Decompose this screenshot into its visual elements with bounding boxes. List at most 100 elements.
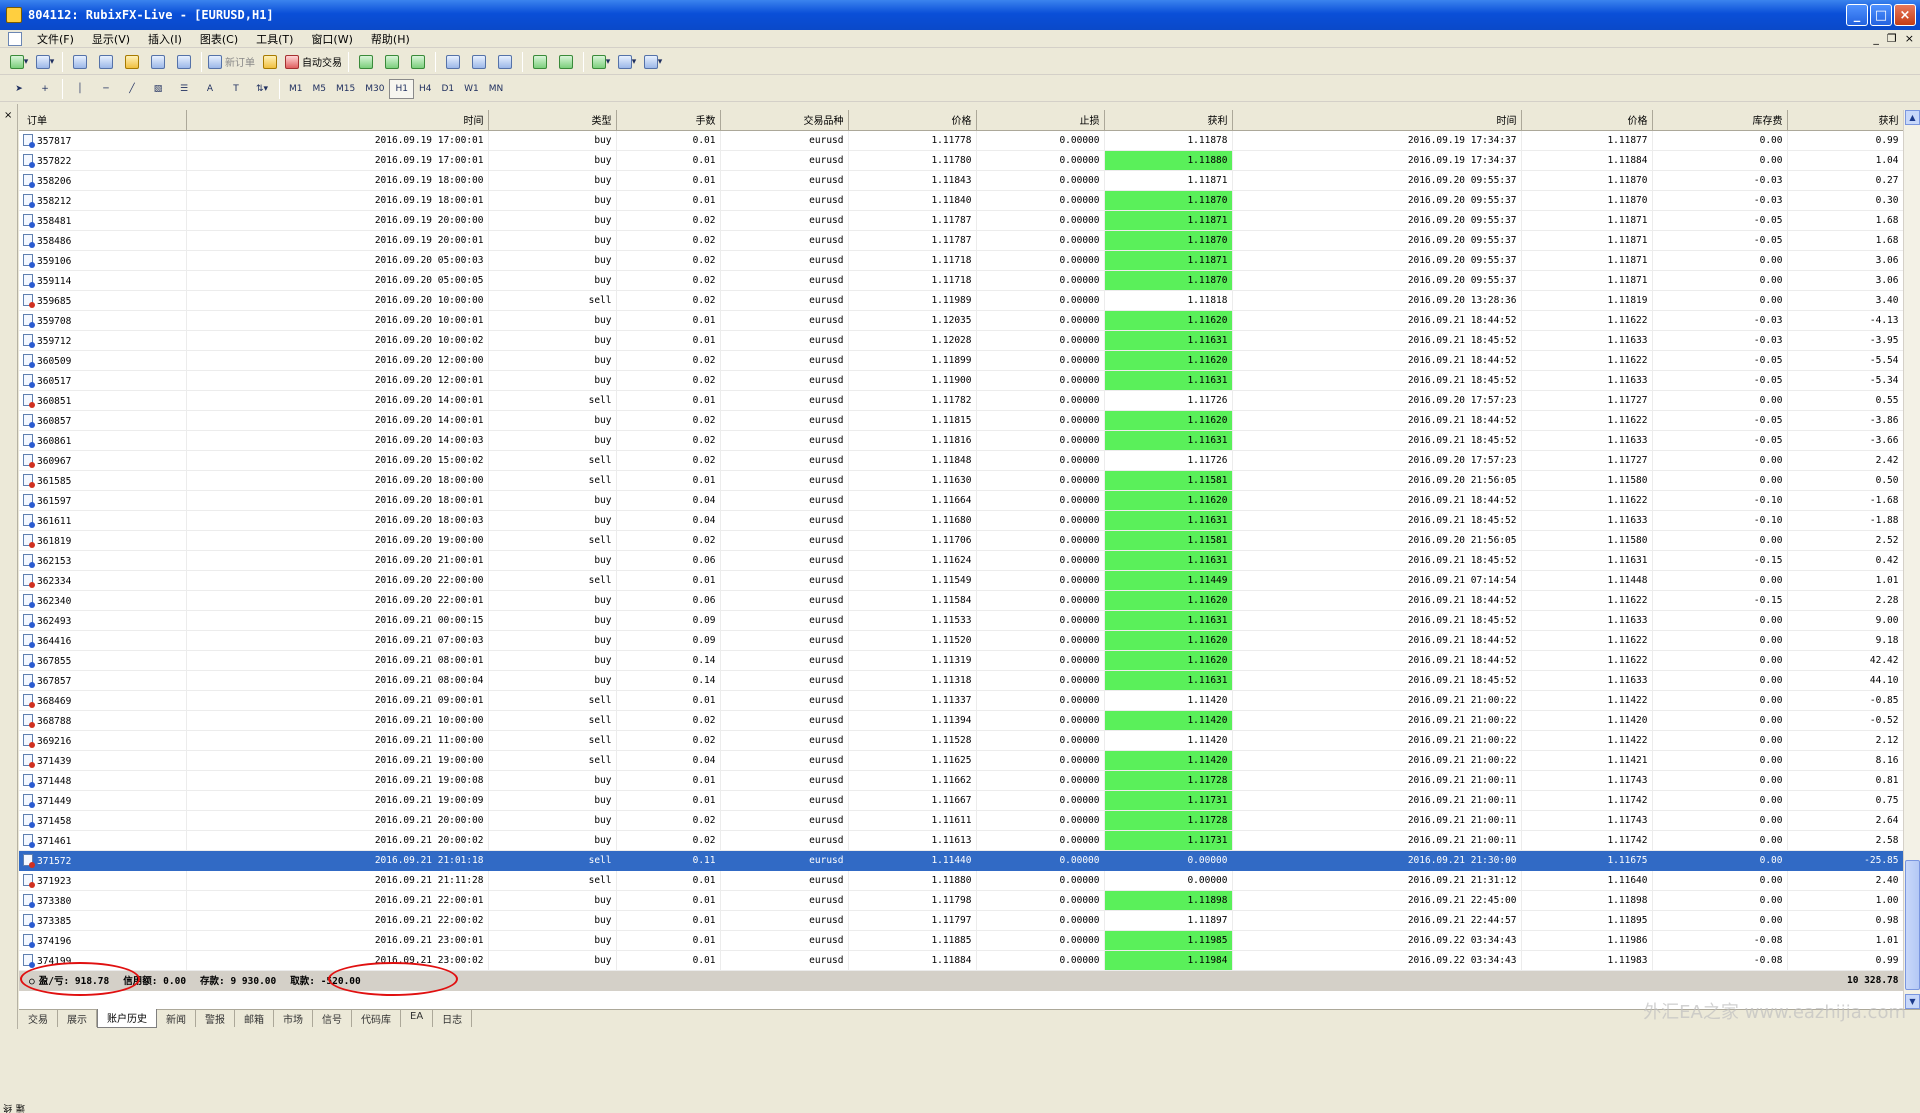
periods-button[interactable]: ▾	[616, 51, 638, 73]
table-row[interactable]: 359685 2016.09.20 10:00:00 sell 0.02 eurusd 1…	[19, 290, 1903, 311]
tab-9[interactable]: EA	[401, 1010, 434, 1027]
table-row[interactable]: 374199 2016.09.21 23:00:02 buy 0.01 eurusd 1.…	[19, 950, 1903, 971]
timeframe-h4[interactable]: H4	[414, 79, 437, 99]
maximize-button[interactable]: □	[1870, 4, 1892, 26]
table-row[interactable]: 360517 2016.09.20 12:00:01 buy 0.02 eurusd 1.…	[19, 370, 1903, 391]
tab-4[interactable]: 警报	[196, 1010, 235, 1027]
table-row[interactable]: 362153 2016.09.20 21:00:01 buy 0.06 eurusd 1.…	[19, 550, 1903, 571]
table-row[interactable]: 360857 2016.09.20 14:00:01 buy 0.02 eurusd 1.…	[19, 410, 1903, 431]
table-row[interactable]: 374196 2016.09.21 23:00:01 buy 0.01 eurusd 1.…	[19, 930, 1903, 951]
table-row[interactable]: 360861 2016.09.20 14:00:03 buy 0.02 eurusd 1.…	[19, 430, 1903, 451]
tab-8[interactable]: 代码库	[352, 1010, 401, 1027]
table-row[interactable]: 362334 2016.09.20 22:00:00 sell 0.01 eurusd 1…	[19, 570, 1903, 591]
table-row[interactable]: 367857 2016.09.21 08:00:04 buy 0.14 eurusd 1.…	[19, 670, 1903, 691]
menu-help[interactable]: 帮助(H)	[362, 31, 419, 47]
table-row[interactable]: 359106 2016.09.20 05:00:03 buy 0.02 eurusd 1.…	[19, 250, 1903, 271]
table-row[interactable]: 358486 2016.09.19 20:00:01 buy 0.02 eurusd 1.…	[19, 230, 1903, 251]
candlestick-button[interactable]	[381, 51, 403, 73]
crosshair-button[interactable]: +	[34, 78, 56, 100]
table-row[interactable]: 371461 2016.09.21 20:00:02 buy 0.02 eurusd 1.…	[19, 830, 1903, 851]
fibonacci-button[interactable]: ☰	[173, 78, 195, 100]
tab-10[interactable]: 日志	[433, 1010, 473, 1027]
tab-5[interactable]: 邮箱	[235, 1010, 274, 1027]
scroll-down-icon[interactable]: ▼	[1905, 994, 1920, 1009]
zoom-out-button[interactable]	[468, 51, 490, 73]
timeframe-w1[interactable]: W1	[459, 79, 484, 99]
timeframe-d1[interactable]: D1	[436, 79, 459, 99]
profiles-button[interactable]: ▾	[34, 51, 56, 73]
table-row[interactable]: 358212 2016.09.19 18:00:01 buy 0.01 eurusd 1.…	[19, 190, 1903, 211]
table-row[interactable]: 357822 2016.09.19 17:00:01 buy 0.01 eurusd 1.…	[19, 150, 1903, 171]
column-header[interactable]: 时间	[1232, 110, 1522, 131]
column-header[interactable]: 库存费	[1652, 110, 1788, 131]
table-row[interactable]: 361611 2016.09.20 18:00:03 buy 0.04 eurusd 1.…	[19, 510, 1903, 531]
navigator-button[interactable]	[121, 51, 143, 73]
cursor-button[interactable]: ➤	[8, 78, 30, 100]
channel-button[interactable]: ▧	[147, 78, 169, 100]
arrows-button[interactable]: ⇅▾	[251, 78, 273, 100]
timeframe-m1[interactable]: M1	[284, 79, 308, 99]
close-icon[interactable]: ×	[4, 110, 12, 121]
tile-windows-button[interactable]	[494, 51, 516, 73]
menu-file[interactable]: 文件(F)	[28, 31, 83, 47]
timeframe-m30[interactable]: M30	[360, 79, 389, 99]
zoom-in-button[interactable]	[442, 51, 464, 73]
templates-button[interactable]: ▾	[642, 51, 664, 73]
tab-7[interactable]: 信号	[313, 1010, 352, 1027]
table-row[interactable]: 359712 2016.09.20 10:00:02 buy 0.01 eurusd 1.…	[19, 330, 1903, 351]
column-header[interactable]: 时间	[186, 110, 489, 131]
mdi-close-button[interactable]: ×	[1905, 32, 1914, 45]
table-row[interactable]: 371439 2016.09.21 19:00:00 sell 0.04 eurusd 1…	[19, 750, 1903, 771]
table-row[interactable]: 362493 2016.09.21 00:00:15 buy 0.09 eurusd 1.…	[19, 610, 1903, 631]
table-row[interactable]: 359114 2016.09.20 05:00:05 buy 0.02 eurusd 1.…	[19, 270, 1903, 291]
text-label-button[interactable]: T	[225, 78, 247, 100]
table-row[interactable]: 360509 2016.09.20 12:00:00 buy 0.02 eurusd 1.…	[19, 350, 1903, 371]
table-row[interactable]: 360851 2016.09.20 14:00:01 sell 0.01 eurusd 1…	[19, 390, 1903, 411]
timeframe-h1[interactable]: H1	[389, 78, 414, 99]
column-header[interactable]: 价格	[848, 110, 977, 131]
data-window-button[interactable]	[95, 51, 117, 73]
table-row[interactable]: 361597 2016.09.20 18:00:01 buy 0.04 eurusd 1.…	[19, 490, 1903, 511]
tab-0[interactable]: 交易	[19, 1010, 58, 1027]
auto-trading-button[interactable]: 自动交易	[285, 51, 342, 73]
menu-charts[interactable]: 图表(C)	[191, 31, 247, 47]
tester-button[interactable]	[173, 51, 195, 73]
tab-1[interactable]: 展示	[58, 1010, 97, 1027]
menu-window[interactable]: 窗口(W)	[302, 31, 361, 47]
vertical-scrollbar[interactable]: ▲ ▼	[1903, 110, 1920, 1009]
horizontal-line-button[interactable]: ─	[95, 78, 117, 100]
metaeditor-button[interactable]	[259, 51, 281, 73]
table-row[interactable]: 369216 2016.09.21 11:00:00 sell 0.02 eurusd 1…	[19, 730, 1903, 751]
table-row[interactable]: 371458 2016.09.21 20:00:00 buy 0.02 eurusd 1.…	[19, 810, 1903, 831]
mdi-minimize-button[interactable]: _	[1873, 32, 1879, 45]
table-row[interactable]: 361585 2016.09.20 18:00:00 sell 0.01 eurusd 1…	[19, 470, 1903, 491]
tab-2[interactable]: 账户历史	[97, 1009, 157, 1028]
table-row[interactable]: 371449 2016.09.21 19:00:09 buy 0.01 eurusd 1.…	[19, 790, 1903, 811]
column-header[interactable]: 价格	[1521, 110, 1653, 131]
market-watch-button[interactable]	[69, 51, 91, 73]
table-row[interactable]: 371448 2016.09.21 19:00:08 buy 0.01 eurusd 1.…	[19, 770, 1903, 791]
text-button[interactable]: A	[199, 78, 221, 100]
close-button[interactable]: ×	[1894, 4, 1916, 26]
column-header[interactable]: 止损	[976, 110, 1105, 131]
auto-scroll-button[interactable]	[529, 51, 551, 73]
column-header[interactable]: 交易品种	[720, 110, 849, 131]
new-chart-button[interactable]: ▾	[8, 51, 30, 73]
new-order-button[interactable]: 新订单	[208, 51, 255, 73]
table-row[interactable]: 371572 2016.09.21 21:01:18 sell 0.11 eurusd 1…	[19, 850, 1903, 871]
scroll-up-icon[interactable]: ▲	[1905, 110, 1920, 125]
timeframe-m15[interactable]: M15	[331, 79, 360, 99]
tab-6[interactable]: 市场	[274, 1010, 313, 1027]
table-row[interactable]: 359708 2016.09.20 10:00:01 buy 0.01 eurusd 1.…	[19, 310, 1903, 331]
table-row[interactable]: 358481 2016.09.19 20:00:00 buy 0.02 eurusd 1.…	[19, 210, 1903, 231]
menu-view[interactable]: 显示(V)	[83, 31, 139, 47]
table-row[interactable]: 368788 2016.09.21 10:00:00 sell 0.02 eurusd 1…	[19, 710, 1903, 731]
document-icon[interactable]	[8, 31, 22, 46]
column-header[interactable]: 获利	[1787, 110, 1903, 131]
bar-chart-button[interactable]	[355, 51, 377, 73]
column-header[interactable]: 类型	[488, 110, 617, 131]
table-row[interactable]: 373385 2016.09.21 22:00:02 buy 0.01 eurusd 1.…	[19, 910, 1903, 931]
trendline-button[interactable]: ╱	[121, 78, 143, 100]
timeframe-mn[interactable]: MN	[484, 79, 509, 99]
table-row[interactable]: 357817 2016.09.19 17:00:01 buy 0.01 eurusd 1.…	[19, 130, 1903, 151]
